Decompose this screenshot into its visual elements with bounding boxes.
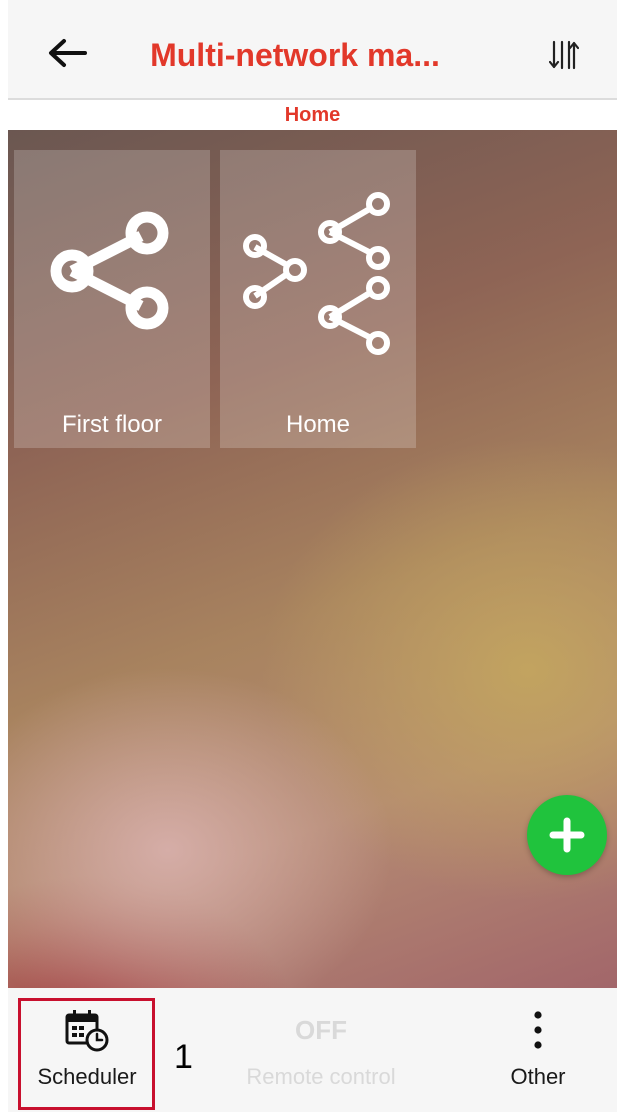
scheduler-label: Scheduler: [37, 1064, 137, 1089]
bottom-nav: Scheduler OFF Remote control Other: [8, 988, 617, 1112]
network-grid: First floor Home: [8, 130, 617, 988]
app-bar: Multi-network ma...: [8, 0, 617, 100]
arrow-left-icon: [49, 39, 87, 67]
sort-arrows-icon: [549, 40, 579, 70]
network-tile-first-floor[interactable]: First floor: [14, 150, 210, 448]
tile-label: First floor: [61, 411, 162, 438]
tile-label: Home: [285, 411, 351, 438]
multi-network-icon: [243, 192, 390, 355]
annotation-step-number: 1: [174, 1038, 193, 1076]
breadcrumb-label: Home: [284, 104, 341, 126]
scheduler-button[interactable]: Scheduler: [20, 988, 154, 1112]
page-title: Multi-network ma...: [150, 37, 440, 73]
sort-button[interactable]: [537, 30, 591, 80]
remote-control-label: Remote control: [246, 1064, 396, 1089]
share-network-icon: [50, 211, 169, 330]
network-tile-home[interactable]: Home: [220, 150, 416, 448]
other-menu-button[interactable]: Other: [478, 988, 598, 1112]
plus-icon: [549, 817, 585, 853]
other-label: Other: [510, 1064, 566, 1089]
more-vertical-icon: [534, 1011, 542, 1049]
back-button[interactable]: [40, 26, 94, 80]
remote-control-status: OFF: [295, 1015, 347, 1045]
breadcrumb: Home: [8, 100, 617, 130]
calendar-clock-icon: [65, 1010, 109, 1052]
add-button[interactable]: [527, 795, 607, 875]
remote-control-button: OFF Remote control: [221, 988, 421, 1112]
